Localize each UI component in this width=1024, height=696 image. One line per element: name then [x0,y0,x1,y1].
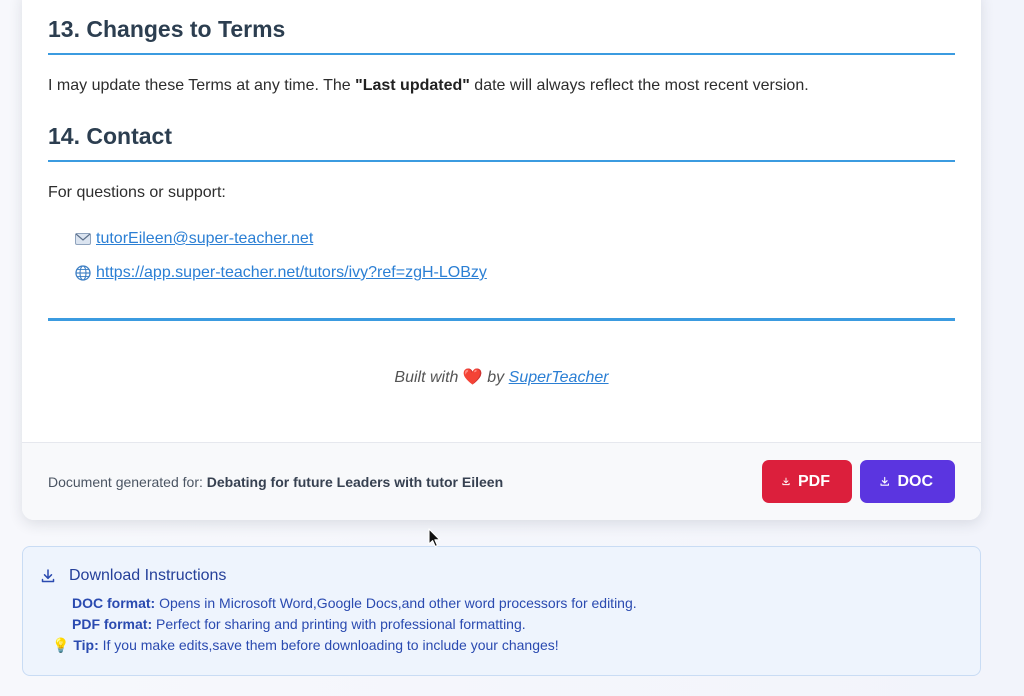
section-heading-changes: 13. Changes to Terms [48,16,955,55]
contact-email-link[interactable]: tutorEileen@super-teacher.net [96,230,313,248]
tip-text: If you make edits,save them before downl… [98,637,559,653]
pdf-button-label: PDF [798,472,830,490]
last-updated-emphasis: "Last updated" [355,77,470,94]
globe-icon [74,265,92,281]
doc-format-line: DOC format: Opens in Microsoft Word,Goog… [72,593,960,614]
terms-document-card: 13. Changes to Terms I may update these … [22,0,981,520]
doc-button-label: DOC [897,472,933,490]
pdf-format-line: PDF format: Perfect for sharing and prin… [72,614,960,635]
changes-text-end: date will always reflect the most recent… [469,77,809,94]
download-icon [782,477,790,486]
download-icon [41,569,55,583]
contact-web-item: https://app.super-teacher.net/tutors/ivy… [74,256,955,290]
contact-list: tutorEileen@super-teacher.net https://ap… [48,222,955,290]
tip-label: Tip: [73,637,99,653]
section-heading-contact: 14. Contact [48,123,955,162]
contact-email-item: tutorEileen@super-teacher.net [74,222,955,256]
pdf-format-text: Perfect for sharing and printing with pr… [152,616,526,632]
contact-intro: For questions or support: [48,184,226,201]
tip-line: 💡 Tip: If you make edits,save them befor… [52,635,960,656]
doc-format-text: Opens in Microsoft Word,Google Docs,and … [155,595,637,611]
pdf-format-label: PDF format: [72,616,153,632]
lightbulb-icon: 💡 [52,637,70,653]
section-divider [48,318,955,321]
changes-text-start: I may update these Terms at any time. Th… [48,77,356,94]
download-icon [880,476,889,486]
instructions-title: Download Instructions [69,567,227,584]
download-doc-button[interactable]: DOC [860,460,955,503]
built-with-credit: Built with ❤️ by SuperTeacher [48,367,955,387]
changes-paragraph: I may update these Terms at any time. Th… [48,77,955,95]
document-footer: Document generated for: Debating for fut… [22,442,981,520]
built-with-text: Built with [394,369,459,386]
heart-icon: ❤️ [462,369,483,386]
instructions-header: Download Instructions [41,567,960,585]
built-by-text: by [487,369,505,386]
generated-for-label: Document generated for: [48,473,203,490]
contact-url-link[interactable]: https://app.super-teacher.net/tutors/ivy… [96,264,487,282]
download-pdf-button[interactable]: PDF [762,460,852,503]
instructions-list: DOC format: Opens in Microsoft Word,Goog… [52,593,960,656]
download-buttons: PDF DOC [762,460,955,503]
email-icon [74,233,92,245]
generated-for-value: Debating for future Leaders with tutor E… [206,473,504,490]
doc-format-label: DOC format: [72,595,156,611]
document-content: 13. Changes to Terms I may update these … [22,16,981,387]
mouse-cursor-icon [428,528,441,548]
superteacher-link[interactable]: SuperTeacher [509,369,609,386]
generated-for-text: Document generated for: Debating for fut… [48,474,503,490]
download-instructions-panel: Download Instructions DOC format: Opens … [22,546,981,676]
